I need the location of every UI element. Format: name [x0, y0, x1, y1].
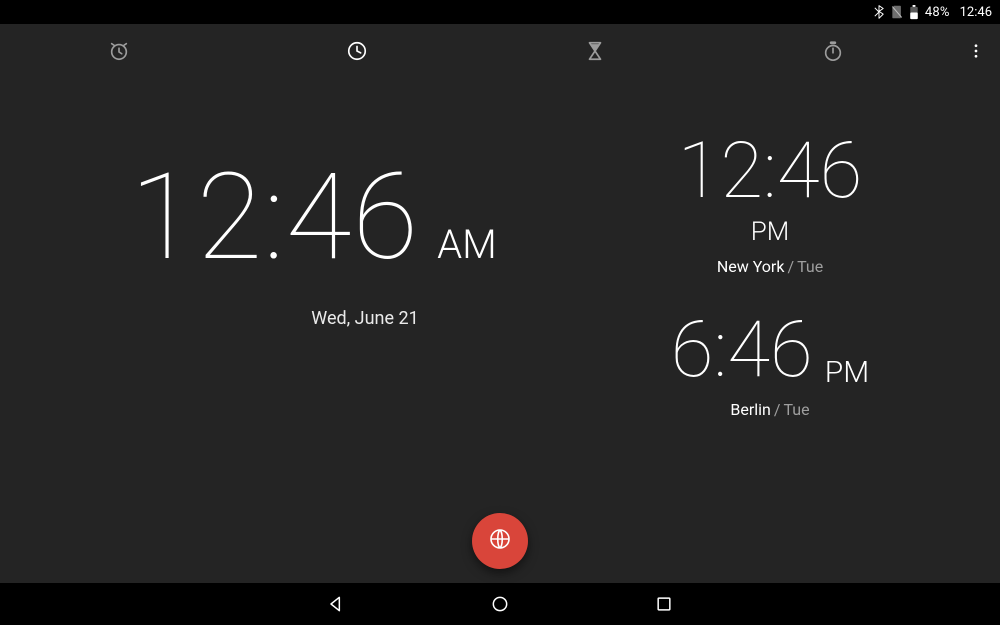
android-status-bar: 48% 12:46 — [0, 0, 1000, 24]
world-clock-item[interactable]: 6:46 PM Berlin/Tue — [620, 312, 920, 419]
world-clock-day: Tue — [797, 257, 823, 276]
world-clock-time: 12:46 — [678, 133, 863, 211]
local-clock: 12:46 AM Wed, June 21 — [130, 158, 600, 329]
tab-bar — [0, 24, 1000, 78]
world-clock-city: New York — [717, 257, 785, 276]
world-clock-location: New York/Tue — [717, 257, 823, 276]
recents-button[interactable] — [652, 592, 676, 616]
local-date: Wed, June 21 — [130, 308, 600, 329]
world-clock-list: 12:46 PM New York/Tue 6:46 PM Berlin/Tue — [620, 133, 920, 419]
world-clock-item[interactable]: 12:46 PM New York/Tue — [620, 133, 920, 276]
globe-icon — [488, 527, 512, 555]
world-clock-day: Tue — [784, 400, 810, 419]
no-sim-icon — [891, 5, 903, 19]
local-ampm: AM — [437, 221, 497, 268]
world-clock-ampm: PM — [751, 217, 790, 247]
android-nav-bar — [0, 583, 1000, 625]
battery-icon — [909, 5, 919, 20]
tab-stopwatch[interactable] — [714, 24, 952, 78]
world-clock-location: Berlin/Tue — [730, 400, 809, 419]
clock-app: 12:46 AM Wed, June 21 12:46 PM New York/… — [0, 24, 1000, 583]
tab-clock[interactable] — [238, 24, 476, 78]
overflow-menu-button[interactable] — [952, 24, 1000, 78]
battery-percentage: 48% — [925, 5, 950, 20]
tab-timer[interactable] — [476, 24, 714, 78]
home-button[interactable] — [488, 592, 512, 616]
world-clock-ampm: PM — [825, 355, 869, 390]
clock-screen: 12:46 AM Wed, June 21 12:46 PM New York/… — [0, 78, 1000, 583]
local-time: 12:46 — [130, 158, 419, 278]
world-clock-city: Berlin — [730, 400, 771, 419]
tab-alarm[interactable] — [0, 24, 238, 78]
back-button[interactable] — [324, 592, 348, 616]
bluetooth-icon — [873, 5, 885, 19]
add-world-clock-button[interactable] — [472, 513, 528, 569]
statusbar-clock: 12:46 — [960, 5, 992, 20]
world-clock-time: 6:46 — [671, 312, 813, 390]
